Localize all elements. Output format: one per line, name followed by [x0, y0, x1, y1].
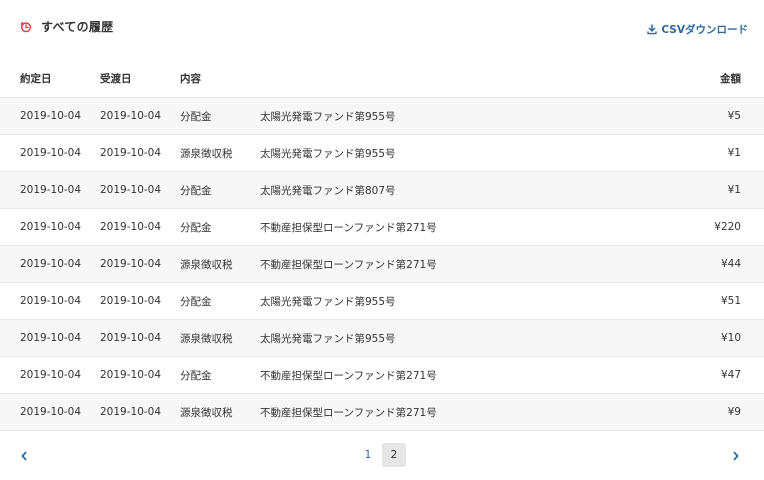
csv-download-button[interactable]: CSVダウンロード: [647, 22, 748, 37]
amount-cell: ¥10: [621, 319, 764, 357]
fund-name-cell: 太陽光発電ファンド第955号: [260, 134, 621, 172]
fund-name-cell: 太陽光発電ファンド第807号: [260, 171, 621, 209]
card-header: すべての履歴 CSVダウンロード: [0, 0, 764, 56]
amount-cell: ¥5: [621, 97, 764, 135]
trade-date-cell: 2019-10-04: [0, 171, 100, 209]
amount-cell: ¥44: [621, 245, 764, 283]
page-title: すべての履歴: [41, 20, 114, 34]
content-type-cell: 分配金: [180, 97, 260, 135]
next-page-button[interactable]: [724, 443, 748, 467]
settle-date-cell: 2019-10-04: [100, 208, 180, 246]
amount-cell: ¥1: [621, 171, 764, 209]
page-1-button[interactable]: 1: [356, 443, 380, 467]
title-group: すべての履歴: [20, 18, 113, 35]
content-type-cell: 源泉徴収税: [180, 134, 260, 172]
table-row: 2019-10-04 2019-10-04 分配金 不動産担保型ローンファンド第271…: [0, 208, 764, 246]
trade-date-cell: 2019-10-04: [0, 282, 100, 320]
content-type-cell: 源泉徴収税: [180, 319, 260, 357]
amount-cell: ¥1: [621, 134, 764, 172]
table-row: 2019-10-04 2019-10-04 分配金 太陽光発電ファンド第807号 ¥1: [0, 171, 764, 209]
trade-date-cell: 2019-10-04: [0, 319, 100, 357]
csv-download-label: CSVダウンロード: [661, 24, 748, 36]
table-row: 2019-10-04 2019-10-04 分配金 不動産担保型ローンファンド第271…: [0, 356, 764, 394]
column-header-amount: 金額: [621, 60, 764, 98]
trade-date-cell: 2019-10-04: [0, 245, 100, 283]
column-header-fund: [260, 60, 621, 98]
table-row: 2019-10-04 2019-10-04 源泉徴収税 不動産担保型ローンファンド第2…: [0, 245, 764, 283]
history-card: すべての履歴 CSVダウンロード 約定日 受渡日 内容 金額 2019-10-0…: [0, 0, 764, 480]
page-numbers: 1 2: [356, 443, 406, 467]
column-header-content: 内容: [180, 60, 260, 98]
amount-cell: ¥220: [621, 208, 764, 246]
table-row: 2019-10-04 2019-10-04 源泉徴収税 不動産担保型ローンファンド第2…: [0, 393, 764, 431]
history-clock-icon: [20, 21, 32, 33]
history-table: 約定日 受渡日 内容 金額 2019-10-04 2019-10-04 分配金 太陽光…: [0, 60, 764, 431]
content-type-cell: 源泉徴収税: [180, 393, 260, 431]
column-header-settle-date: 受渡日: [100, 60, 180, 98]
content-type-cell: 分配金: [180, 356, 260, 394]
settle-date-cell: 2019-10-04: [100, 282, 180, 320]
table-row: 2019-10-04 2019-10-04 源泉徴収税 太陽光発電ファンド第955号 ¥…: [0, 134, 764, 172]
settle-date-cell: 2019-10-04: [100, 393, 180, 431]
page-2-button[interactable]: 2: [382, 443, 406, 467]
fund-name-cell: 不動産担保型ローンファンド第271号: [260, 245, 621, 283]
fund-name-cell: 太陽光発電ファンド第955号: [260, 97, 621, 135]
trade-date-cell: 2019-10-04: [0, 208, 100, 246]
chevron-left-icon: [20, 446, 28, 465]
column-header-trade-date: 約定日: [0, 60, 100, 98]
content-type-cell: 分配金: [180, 208, 260, 246]
trade-date-cell: 2019-10-04: [0, 134, 100, 172]
settle-date-cell: 2019-10-04: [100, 171, 180, 209]
fund-name-cell: 不動産担保型ローンファンド第271号: [260, 393, 621, 431]
amount-cell: ¥47: [621, 356, 764, 394]
amount-cell: ¥9: [621, 393, 764, 431]
table-header-row: 約定日 受渡日 内容 金額: [0, 60, 764, 98]
table-row: 2019-10-04 2019-10-04 分配金 太陽光発電ファンド第955号 ¥5: [0, 97, 764, 135]
settle-date-cell: 2019-10-04: [100, 356, 180, 394]
content-type-cell: 分配金: [180, 282, 260, 320]
trade-date-cell: 2019-10-04: [0, 393, 100, 431]
fund-name-cell: 太陽光発電ファンド第955号: [260, 282, 621, 320]
settle-date-cell: 2019-10-04: [100, 245, 180, 283]
table-row: 2019-10-04 2019-10-04 分配金 太陽光発電ファンド第955号 ¥51: [0, 282, 764, 320]
fund-name-cell: 不動産担保型ローンファンド第271号: [260, 208, 621, 246]
download-icon: [647, 24, 658, 35]
trade-date-cell: 2019-10-04: [0, 97, 100, 135]
content-type-cell: 分配金: [180, 171, 260, 209]
pagination: 1 2: [0, 443, 764, 467]
chevron-right-icon: [732, 446, 740, 465]
settle-date-cell: 2019-10-04: [100, 97, 180, 135]
trade-date-cell: 2019-10-04: [0, 356, 100, 394]
fund-name-cell: 太陽光発電ファンド第955号: [260, 319, 621, 357]
settle-date-cell: 2019-10-04: [100, 319, 180, 357]
content-type-cell: 源泉徴収税: [180, 245, 260, 283]
amount-cell: ¥51: [621, 282, 764, 320]
prev-page-button[interactable]: [12, 443, 36, 467]
fund-name-cell: 不動産担保型ローンファンド第271号: [260, 356, 621, 394]
table-row: 2019-10-04 2019-10-04 源泉徴収税 太陽光発電ファンド第955号 ¥…: [0, 319, 764, 357]
settle-date-cell: 2019-10-04: [100, 134, 180, 172]
